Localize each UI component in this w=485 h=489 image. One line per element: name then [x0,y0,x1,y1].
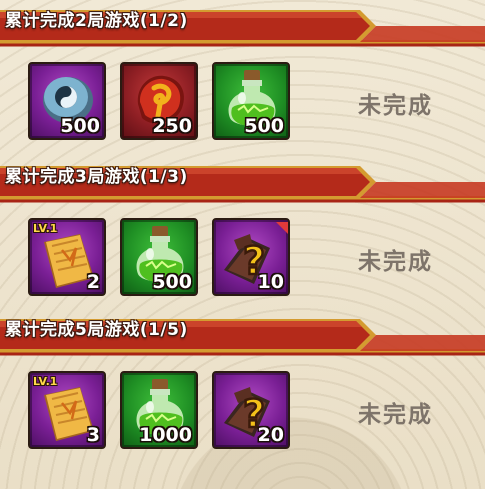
reward-quantity: 500 [152,271,192,293]
task-title: 累计完成3局游戏(1/3) [5,167,188,187]
reward-item[interactable]: 500 [120,218,198,296]
level-label: LV.1 [33,375,58,388]
task-banner: 累计完成2局游戏(1/2) [0,0,485,50]
task-status: 未完成 [358,402,433,428]
task-row: 累计完成5局游戏(1/5) LV.1 3 1000 ? 20 未完成 [0,309,485,470]
reward-quantity: 500 [60,115,100,137]
reward-quantity: 20 [257,424,284,446]
task-status: 未完成 [358,93,433,119]
reward-quantity: 2 [86,271,100,293]
reward-item[interactable]: ? 10 [212,218,290,296]
reward-quantity: 1000 [139,424,192,446]
task-banner: 累计完成5局游戏(1/5) [0,309,485,359]
reward-item[interactable]: 500 [28,62,106,140]
reward-item[interactable]: 250 [120,62,198,140]
level-label: LV.1 [33,222,58,235]
reward-item[interactable]: 500 [212,62,290,140]
reward-quantity: 3 [86,424,100,446]
reward-item[interactable]: 1000 [120,371,198,449]
task-row: 累计完成2局游戏(1/2) 500 250 500 未完成 [0,0,485,161]
reward-item[interactable]: LV.1 2 [28,218,106,296]
task-banner: 累计完成3局游戏(1/3) [0,156,485,206]
task-title: 累计完成2局游戏(1/2) [5,11,188,31]
reward-quantity: 500 [244,115,284,137]
task-status: 未完成 [358,249,433,275]
reward-quantity: 10 [257,271,284,293]
task-title: 累计完成5局游戏(1/5) [5,320,188,340]
task-row: 累计完成3局游戏(1/3) LV.1 2 500 ? 10 未完成 [0,156,485,317]
reward-item[interactable]: LV.1 3 [28,371,106,449]
reward-quantity: 250 [152,115,192,137]
reward-item[interactable]: ? 20 [212,371,290,449]
